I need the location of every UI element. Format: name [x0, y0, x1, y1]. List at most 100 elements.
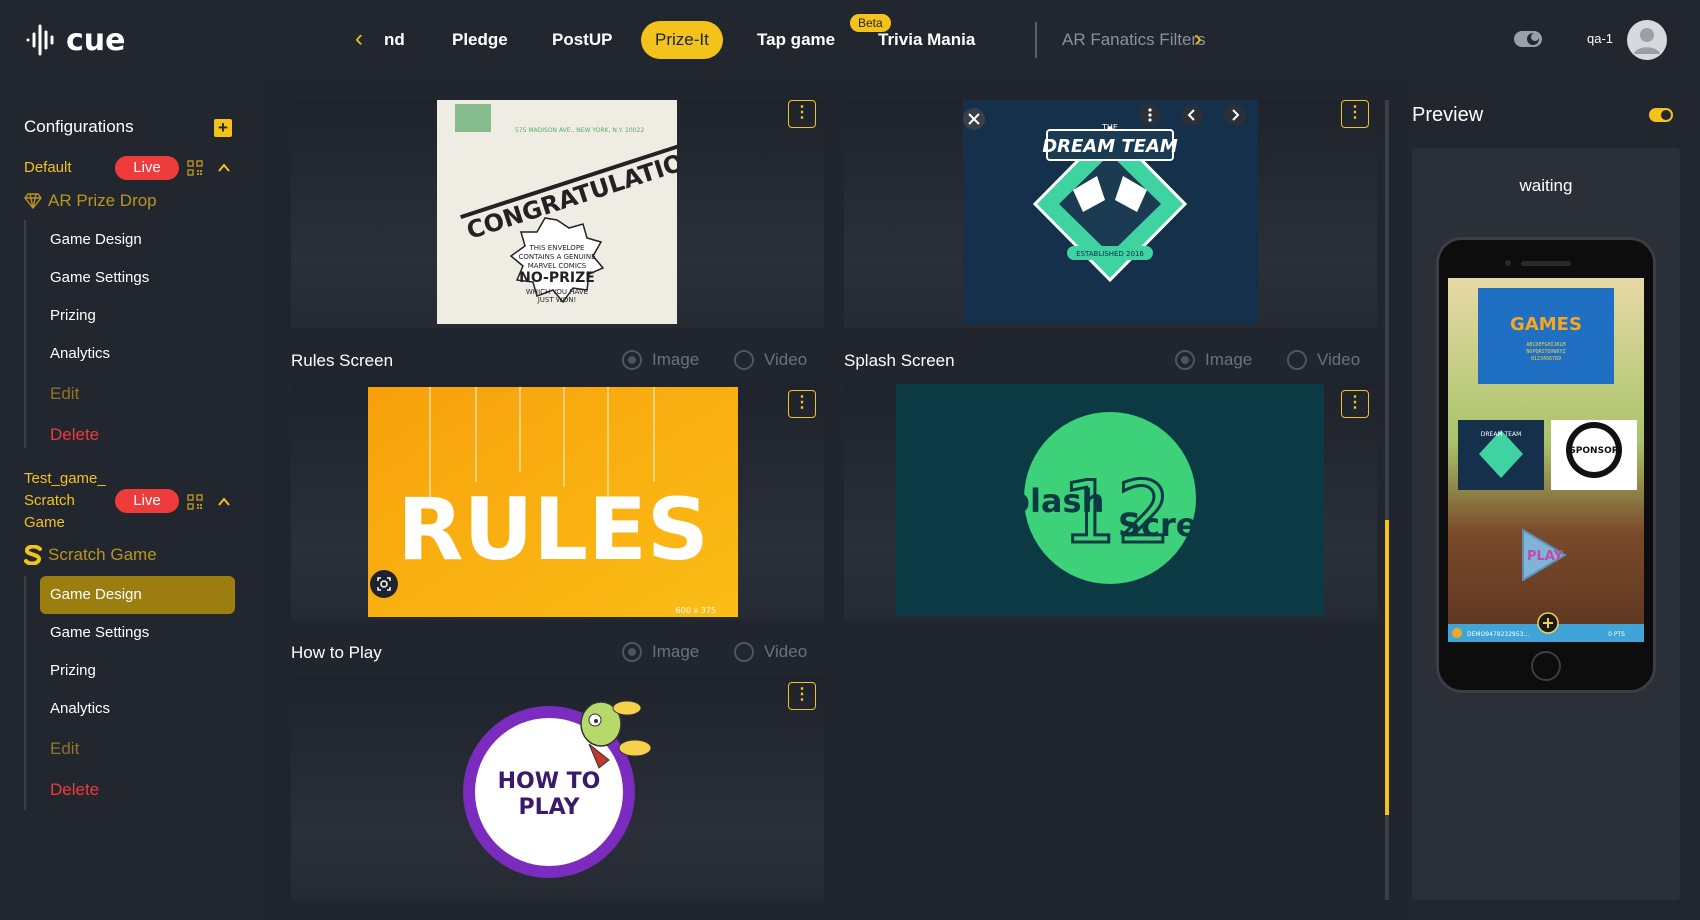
- menu-game-settings[interactable]: Game Settings: [40, 614, 235, 652]
- phone-games-sub: NOPQRSTUVWXYZ: [1526, 349, 1565, 355]
- game-type-label: Scratch Game: [48, 545, 157, 564]
- rules-image: RULES 600 x 375: [368, 387, 738, 617]
- qr-code-icon[interactable]: [187, 160, 203, 176]
- menu-analytics[interactable]: Analytics: [40, 335, 235, 373]
- radio-image[interactable]: Image: [622, 350, 699, 370]
- image-card: RULES 600 x 375 ⋮: [291, 384, 824, 620]
- tab-trivia-mania[interactable]: Trivia Mania: [878, 21, 975, 59]
- tab-nd[interactable]: nd: [384, 21, 405, 59]
- menu-prizing[interactable]: Prizing: [40, 297, 235, 335]
- menu-game-design[interactable]: Game Design: [40, 221, 235, 259]
- tab-ar-fanatics-filters[interactable]: AR Fanatics Filters: [1062, 21, 1206, 59]
- svg-text:MARVEL COMICS: MARVEL COMICS: [528, 262, 587, 270]
- tab-prize-it[interactable]: Prize-It: [641, 21, 723, 59]
- tab-divider: [1035, 22, 1037, 58]
- phone-games-sub: ABCDEFGHIJKLM: [1526, 342, 1565, 348]
- radio-label: Video: [764, 642, 808, 661]
- sound-wave-icon: [26, 24, 54, 56]
- more-options-button[interactable]: ⋮: [788, 682, 816, 710]
- tab-postup[interactable]: PostUP: [552, 21, 612, 59]
- menu-prizing[interactable]: Prizing: [40, 652, 235, 690]
- radio-label: Image: [1205, 350, 1253, 369]
- add-configuration-button[interactable]: +: [214, 119, 232, 137]
- image-card: HOW TO PLAY ⋮: [291, 676, 824, 900]
- radio-video[interactable]: Video: [1287, 350, 1360, 370]
- delete-button[interactable]: Delete: [40, 416, 235, 454]
- preview-toggle[interactable]: [1649, 108, 1673, 122]
- more-options-button[interactable]: ⋮: [1341, 100, 1369, 128]
- avatar[interactable]: [1627, 20, 1667, 60]
- menu-game-design[interactable]: Game Design: [40, 576, 235, 614]
- brand-logo[interactable]: cue: [24, 22, 126, 58]
- chevron-left-icon[interactable]: [1181, 104, 1203, 126]
- top-bar: [0, 0, 1700, 80]
- splash-image: Splash 12 Screen: [896, 384, 1324, 616]
- edit-button[interactable]: Edit: [40, 375, 235, 413]
- radio-dot: [734, 642, 754, 662]
- tab-pledge[interactable]: Pledge: [452, 21, 508, 59]
- phone-footer-code: DEMO9479232953...: [1467, 631, 1529, 638]
- more-options-button[interactable]: ⋮: [1341, 390, 1369, 418]
- menu-game-settings[interactable]: Game Settings: [40, 259, 235, 297]
- svg-text:JUST WON!: JUST WON!: [537, 296, 577, 304]
- edit-button[interactable]: Edit: [40, 730, 235, 768]
- play-text: PLAY: [519, 795, 581, 820]
- phone-games-sub: 0123456789: [1531, 356, 1561, 362]
- game-name-line: Scratch: [24, 492, 75, 509]
- chevron-right-icon[interactable]: [1224, 104, 1246, 126]
- phone-play-text: PLAY: [1527, 549, 1564, 564]
- diamond-icon: [24, 193, 42, 209]
- phone-games-logo: GAMES: [1510, 314, 1582, 335]
- radio-image[interactable]: Image: [1175, 350, 1252, 370]
- more-options-button[interactable]: ⋮: [788, 100, 816, 128]
- svg-text:CONTAINS A GENUINE: CONTAINS A GENUINE: [518, 253, 595, 261]
- radio-video[interactable]: Video: [734, 350, 807, 370]
- radio-image[interactable]: Image: [622, 642, 699, 662]
- dream-team-established: ESTABLISHED 2016: [1076, 250, 1144, 258]
- chevron-left-icon[interactable]: ‹: [349, 26, 369, 52]
- game-name-line: Test_game_: [24, 470, 106, 487]
- rules-text: RULES: [397, 480, 709, 580]
- phone-tile-left: DREAM TEAM: [1481, 431, 1522, 438]
- status-badge: Live: [115, 156, 179, 180]
- main-content: 575 MADISON AVE., NEW YORK, N.Y. 10022 C…: [279, 100, 1390, 900]
- chevron-up-icon[interactable]: [217, 495, 231, 509]
- tree-line: [24, 576, 26, 810]
- svg-text:WHICH YOU HAVE: WHICH YOU HAVE: [526, 288, 588, 296]
- more-vertical-icon[interactable]: [1139, 104, 1161, 126]
- preview-status: waiting: [1519, 176, 1573, 195]
- game-name-default[interactable]: Default: [24, 157, 72, 179]
- user-icon: [1634, 28, 1660, 54]
- more-options-button[interactable]: ⋮: [788, 390, 816, 418]
- splash-screen-word: Screen: [1118, 506, 1242, 544]
- menu-analytics[interactable]: Analytics: [40, 690, 235, 728]
- section-label-how-to-play: How to Play: [291, 643, 382, 662]
- brand-name: cue: [66, 22, 126, 58]
- chevron-right-icon[interactable]: ›: [1188, 26, 1208, 52]
- delete-button[interactable]: Delete: [40, 771, 235, 809]
- section-label-rules: Rules Screen: [291, 351, 394, 370]
- tree-line: [24, 220, 26, 448]
- close-icon[interactable]: [963, 108, 985, 130]
- status-badge: Live: [115, 489, 179, 513]
- radio-label: Image: [652, 350, 700, 369]
- image-card: THE DREAM TEAM ESTABLISHED 2016 ⋮: [844, 100, 1377, 328]
- qr-code-icon[interactable]: [187, 494, 203, 510]
- scrollbar-thumb[interactable]: [1385, 520, 1389, 815]
- game-type-scratch-game: Scratch Game: [24, 545, 157, 565]
- phone-mockup: GAMES ABCDEFGHIJKLM NOPQRSTUVWXYZ 012345…: [1436, 237, 1656, 693]
- image-card: 575 MADISON AVE., NEW YORK, N.Y. 10022 C…: [291, 100, 824, 328]
- tab-tap-game[interactable]: Tap game: [757, 21, 835, 59]
- focus-icon[interactable]: [370, 570, 398, 598]
- dream-team-image: THE DREAM TEAM ESTABLISHED 2016: [963, 100, 1258, 324]
- image-size-tag: 600 x 375: [676, 606, 716, 615]
- radio-label: Image: [652, 642, 700, 661]
- game-type-ar-prize-drop: AR Prize Drop: [24, 191, 157, 211]
- phone-tile-right: SPONSOR: [1569, 446, 1618, 456]
- scratch-logo-icon: [24, 545, 42, 565]
- game-name-line: Game: [24, 514, 65, 531]
- theme-toggle-icon[interactable]: [1513, 29, 1543, 49]
- chevron-up-icon[interactable]: [217, 161, 231, 175]
- radio-video[interactable]: Video: [734, 642, 807, 662]
- game-name-test-scratch[interactable]: Test_game_ Scratch Game: [24, 468, 106, 534]
